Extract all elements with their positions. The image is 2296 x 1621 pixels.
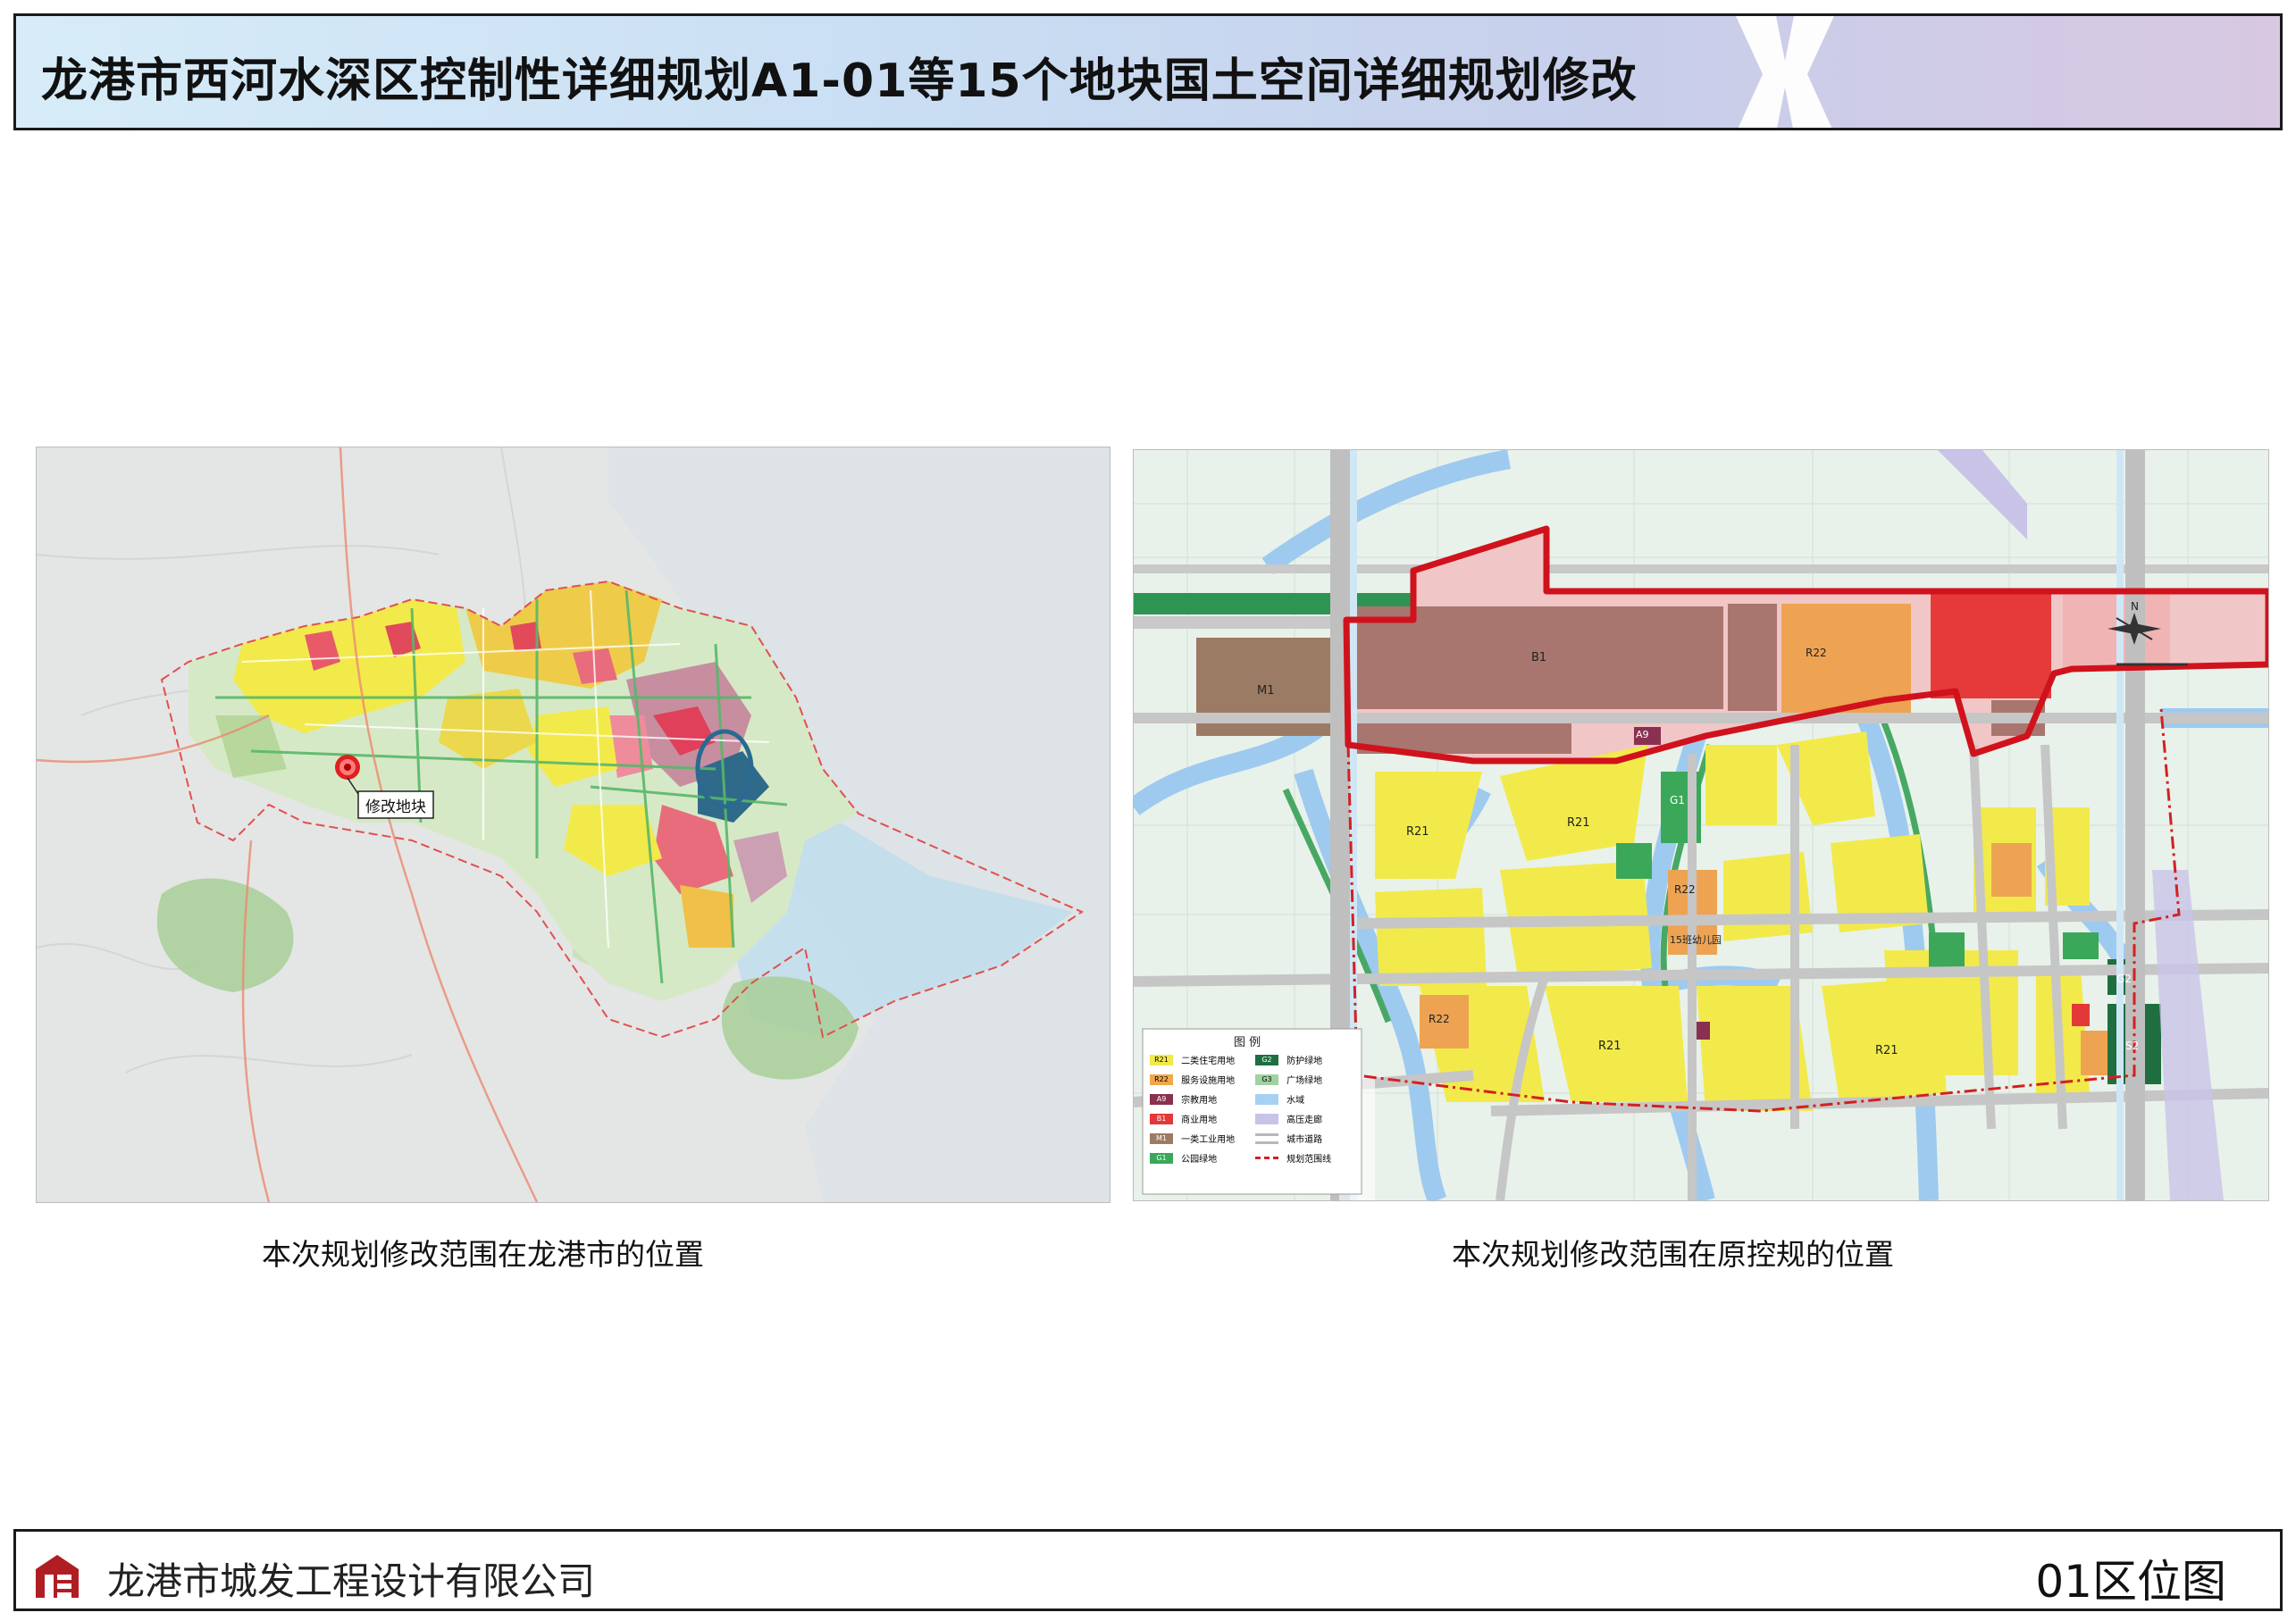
city-location-map[interactable]: 修改地块: [36, 447, 1110, 1203]
north-label: N: [2131, 600, 2139, 613]
legend-label: 规划范围线: [1286, 1155, 1332, 1165]
school-label: 15班幼儿园: [1670, 934, 1722, 946]
legend-item: B1 商业用地: [1150, 1109, 1248, 1125]
parcel-label-r22-b: R22: [1429, 1013, 1450, 1025]
parcel-label-r21-d: R21: [1875, 1044, 1898, 1057]
legend-swatch: R22: [1150, 1074, 1173, 1085]
legend-label: 服务设施用地: [1181, 1076, 1236, 1086]
legend-label: 二类住宅用地: [1181, 1057, 1236, 1066]
parcel-label-s2: S2: [2125, 1040, 2140, 1052]
legend-item: M1 一类工业用地: [1150, 1129, 1248, 1145]
legend-item: R22 服务设施用地: [1150, 1070, 1248, 1086]
legend-item: R21 二类住宅用地: [1150, 1050, 1248, 1066]
legend-label: 城市道路: [1286, 1135, 1323, 1145]
legend-label: 宗教用地: [1181, 1096, 1218, 1106]
legend-item: 城市道路: [1255, 1129, 1357, 1145]
left-map-caption: 本次规划修改范围在龙港市的位置: [262, 1237, 704, 1272]
legend-swatch: G3: [1255, 1074, 1278, 1085]
legend-item: G2 防护绿地: [1255, 1050, 1357, 1066]
parcel-label-r21-c: R21: [1598, 1040, 1621, 1053]
legend-label: 一类工业用地: [1181, 1135, 1236, 1145]
legend-label: 商业用地: [1181, 1115, 1218, 1125]
legend-item: G3 广场绿地: [1255, 1070, 1357, 1086]
legend-item: 规划范围线: [1255, 1149, 1357, 1165]
regulatory-plan-map[interactable]: M1 B1 R21 R21 R21 R21 R22 R22 R22 G1 G2 …: [1133, 449, 2269, 1201]
legend-swatch: R21: [1150, 1054, 1173, 1065]
parcel-label-r22-a: R22: [1674, 883, 1696, 896]
company-logo-icon: [36, 1555, 79, 1598]
parcel-label-r21-b: R21: [1567, 816, 1590, 830]
legend-label: 公园绿地: [1181, 1155, 1218, 1165]
legend-item: A9 宗教用地: [1150, 1090, 1248, 1106]
legend-swatch: [1255, 1132, 1278, 1144]
legend-label: 高压走廊: [1286, 1115, 1323, 1125]
title-decoration: [1736, 16, 1834, 128]
parcel-label-r21-a: R21: [1406, 825, 1429, 839]
legend-item: 高压走廊: [1255, 1109, 1357, 1125]
parcel-label-r22-c: R22: [1806, 647, 1827, 659]
legend-swatch: [1255, 1157, 1278, 1159]
legend-swatch: A9: [1150, 1093, 1173, 1105]
legend-item: 水域: [1255, 1090, 1357, 1106]
legend-swatch: G1: [1150, 1152, 1173, 1164]
city-map-graphic: [37, 447, 1110, 1202]
company-name: 龙港市城发工程设计有限公司: [107, 1559, 596, 1603]
page-label: 01区位图: [2035, 1556, 2226, 1608]
parcel-label-g2: G2: [2116, 973, 2132, 985]
legend-label: 广场绿地: [1286, 1076, 1323, 1086]
site-callout-label: 修改地块: [365, 798, 426, 816]
legend-title: 图 例: [1234, 1036, 1261, 1049]
parcel-label-a9: A9: [1636, 729, 1649, 740]
legend: 图 例 R21 二类住宅用地 R22 服务设施用地 A9 宗教用地 B1 商业用…: [1144, 1031, 1359, 1191]
legend-swatch: M1: [1150, 1132, 1173, 1144]
parcel-label-m1: M1: [1257, 684, 1275, 698]
legend-label: 水域: [1286, 1096, 1305, 1106]
title-bar: 龙港市西河水深区控制性详细规划A1-01等15个地块国土空间详细规划修改: [13, 13, 2283, 130]
legend-swatch: [1255, 1113, 1278, 1124]
legend-swatch: G2: [1255, 1054, 1278, 1065]
footer: 龙港市城发工程设计有限公司 01区位图: [13, 1529, 2283, 1611]
parcel-label-g1: G1: [1670, 794, 1685, 806]
legend-item: G1 公园绿地: [1150, 1149, 1248, 1165]
legend-swatch: B1: [1150, 1113, 1173, 1124]
parcel-label-b1: B1: [1531, 651, 1547, 664]
right-map-caption: 本次规划修改范围在原控规的位置: [1452, 1237, 1894, 1272]
page-title: 龙港市西河水深区控制性详细规划A1-01等15个地块国土空间详细规划修改: [41, 54, 1638, 108]
legend-swatch: [1255, 1093, 1278, 1105]
legend-label: 防护绿地: [1286, 1057, 1323, 1066]
